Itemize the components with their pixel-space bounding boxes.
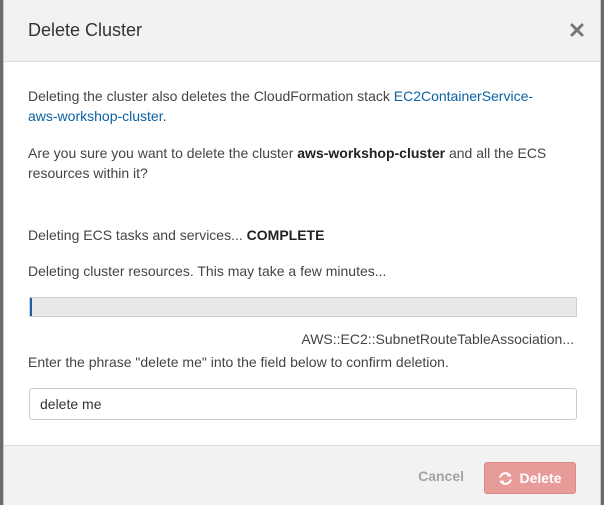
stack-info-prefix: Deleting the cluster also deletes the Cl…	[28, 88, 394, 104]
close-icon	[570, 23, 584, 37]
confirm-question: Are you sure you want to delete the clus…	[28, 143, 558, 183]
deletion-progress-fill	[30, 298, 32, 316]
dialog-body: Deleting the cluster also deletes the Cl…	[4, 62, 600, 445]
stack-info-text: Deleting the cluster also deletes the Cl…	[28, 86, 558, 126]
confirm-question-prefix: Are you sure you want to delete the clus…	[28, 145, 298, 161]
cluster-name: aws-workshop-cluster	[297, 145, 446, 161]
dialog-footer: Cancel Delete	[4, 445, 600, 505]
delete-button[interactable]: Delete	[484, 462, 576, 494]
refresh-spinner-icon	[499, 471, 513, 485]
delete-button-label: Delete	[519, 470, 562, 486]
confirm-phrase-input[interactable]	[29, 388, 577, 420]
delete-cluster-dialog: Delete Cluster Deleting the cluster also…	[3, 0, 601, 505]
dialog-header: Delete Cluster	[4, 0, 600, 62]
phrase-instruction: Enter the phrase "delete me" into the fi…	[28, 354, 449, 370]
deletion-progress-bar	[29, 297, 577, 317]
resources-status: Deleting cluster resources. This may tak…	[28, 263, 387, 279]
tasks-status-value: COMPLETE	[246, 227, 325, 243]
dialog-title: Delete Cluster	[28, 20, 143, 40]
tasks-status-label: Deleting ECS tasks and services...	[28, 227, 247, 243]
cancel-button[interactable]: Cancel	[418, 468, 464, 484]
tasks-status: Deleting ECS tasks and services... COMPL…	[28, 225, 558, 245]
stack-info-suffix: .	[162, 108, 167, 124]
close-button[interactable]	[568, 21, 586, 39]
current-resource-status: AWS::EC2::SubnetRouteTableAssociation...	[301, 331, 574, 347]
